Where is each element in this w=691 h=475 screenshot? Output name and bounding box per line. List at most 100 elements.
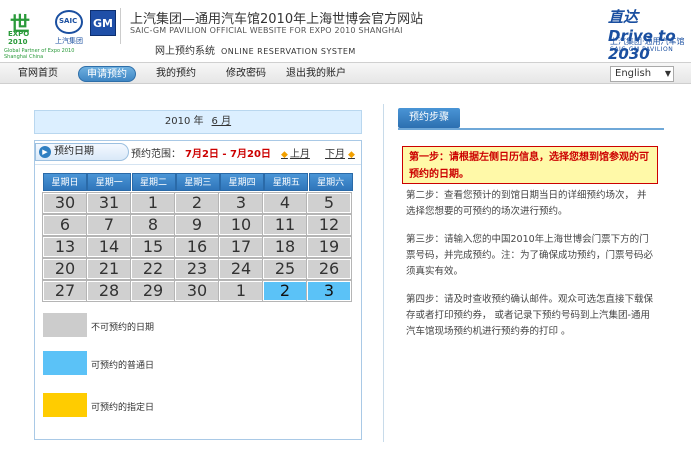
weekday-header: 星期一 [87, 173, 132, 191]
calendar-grid: 星期日 星期一 星期二 星期三 星期四 星期五 星期六 30 31 1 2 3 4 5 6 7 8… [42, 173, 353, 303]
step-1-highlight: 第一步：请根据左侧日历信息，选择您想到馆参观的可预约的日期。 [402, 146, 658, 184]
legend-label-unavailable: 不可预约的日期 [91, 323, 155, 333]
system-subtitle: 网上预约系统 ONLINE RESERVATION SYSTEM [155, 42, 356, 57]
nav-logout[interactable]: 退出我的账户 [286, 66, 346, 82]
calendar-day-unavailable: 25 [262, 258, 308, 280]
calendar-week-row: 13 14 15 16 17 18 19 [42, 236, 353, 259]
chevron-down-icon: ▼ [664, 69, 671, 78]
calendar-week-row: 30 31 1 2 3 4 5 [42, 192, 353, 215]
site-title-cn: 上汽集团—通用汽车馆2010年上海世博会官方网站 [130, 12, 424, 27]
nav-change-password[interactable]: 修改密码 [226, 66, 266, 82]
calendar-day-unavailable: 11 [262, 214, 308, 236]
nav-home[interactable]: 官网首页 [18, 66, 58, 82]
calendar-day-unavailable: 1 [218, 280, 264, 302]
calendar-week-row: 20 21 22 23 24 25 26 [42, 258, 353, 281]
calendar-day-unavailable: 8 [130, 214, 176, 236]
calendar-day-unavailable: 2 [174, 192, 220, 214]
weekday-header: 星期四 [220, 173, 265, 191]
calendar-day-unavailable: 17 [218, 236, 264, 258]
weekday-header: 星期日 [43, 173, 87, 191]
calendar-day-unavailable: 5 [306, 192, 352, 214]
calendar-day-unavailable: 15 [130, 236, 176, 258]
calendar-day-unavailable: 18 [262, 236, 308, 258]
header-divider [120, 8, 121, 44]
legend-swatch-designated [43, 393, 87, 417]
calendar-day-unavailable: 6 [42, 214, 88, 236]
calendar-day-unavailable: 16 [174, 236, 220, 258]
calendar-week-row: 27 28 29 30 1 2 3 [42, 280, 353, 303]
panel-divider [383, 104, 384, 442]
prev-month-link[interactable]: ◆ 上月 [281, 145, 310, 160]
saic-logo: SAIC [55, 10, 83, 34]
weekday-header: 星期五 [264, 173, 309, 191]
calendar-day-unavailable: 29 [130, 280, 176, 302]
legend-swatch-unavailable [43, 313, 87, 337]
calendar-day-unavailable: 19 [306, 236, 352, 258]
prev-month-label: 上月 [289, 149, 310, 160]
calendar-weeks: 30 31 1 2 3 4 5 6 7 8 9 10 11 12 13 14 15 16 17 18 19 20 21 22 2… [42, 192, 353, 303]
calendar-day-unavailable: 24 [218, 258, 264, 280]
calendar-day-available[interactable]: 3 [306, 280, 352, 302]
weekday-header-row: 星期日 星期一 星期二 星期三 星期四 星期五 星期六 [43, 173, 353, 193]
nav-apply-reservation[interactable]: 申请预约 [78, 66, 136, 82]
language-select[interactable]: English ▼ [610, 66, 674, 82]
expo-2010-logo: 世 EXPO 2010 [6, 6, 48, 50]
calendar-day-unavailable: 9 [174, 214, 220, 236]
calendar-day-unavailable: 13 [42, 236, 88, 258]
drive-to-2030-logo: 直达 Drive to 2030 上汽集团·通用汽车馆 SAIC-GM PAVI… [608, 6, 686, 63]
calendar-day-unavailable: 14 [86, 236, 132, 258]
arrow-right-circle-icon: ▶ [39, 146, 51, 158]
calendar-day-unavailable: 1 [130, 192, 176, 214]
step-4-text: 第四步：请及时查收预约确认邮件。观众可选怎直接下载保存或者打印预约券， 或者记录… [406, 294, 654, 337]
saic-logo-cn: 上汽集团 [55, 37, 83, 45]
calendar-month[interactable]: 6 月 [212, 116, 232, 127]
main-navigation: 官网首页 申请预约 我的预约 修改密码 退出我的账户 English ▼ [0, 62, 691, 84]
calendar-day-unavailable: 12 [306, 214, 352, 236]
language-select-value: English [615, 68, 652, 79]
system-subtitle-cn: 网上预约系统 [155, 46, 215, 57]
calendar-day-available[interactable]: 2 [262, 280, 308, 302]
calendar-day-unavailable: 27 [42, 280, 88, 302]
legend-label-regular: 可预约的普通日 [91, 361, 155, 371]
calendar-day-unavailable: 7 [86, 214, 132, 236]
calendar-tab-label: 预约日期 [54, 146, 94, 157]
step-3-text: 第三步：请输入您的中国2010年上海世博会门票下方的门票号码，并完成预约。注：为… [406, 234, 654, 277]
diamond-icon: ◆ [348, 150, 355, 160]
next-month-link[interactable]: 下月 ◆ [325, 145, 355, 160]
reservation-range: 预约范围： 7月2日 - 7月20日 [131, 145, 271, 160]
weekday-header: 星期三 [175, 173, 220, 191]
calendar-day-unavailable: 20 [42, 258, 88, 280]
site-title-en: SAIC-GM PAVILION OFFICIAL WEBSITE FOR EX… [130, 26, 403, 35]
weekday-header: 星期二 [131, 173, 176, 191]
reservation-range-label: 预约范围： [131, 149, 181, 160]
calendar-year: 2010 年 [164, 116, 204, 127]
steps-underline [398, 128, 664, 130]
weekday-header: 星期六 [308, 173, 353, 191]
calendar-week-row: 6 7 8 9 10 11 12 [42, 214, 353, 237]
calendar-day-unavailable: 22 [130, 258, 176, 280]
calendar-day-unavailable: 26 [306, 258, 352, 280]
gm-logo: GM [90, 10, 116, 36]
legend-label-designated: 可预约的指定日 [91, 403, 155, 413]
calendar-tab: ▶ 预约日期 [35, 143, 129, 161]
nav-my-reservations[interactable]: 我的预约 [156, 66, 196, 82]
brand-slogan: 直达 Drive to 2030 [608, 8, 676, 63]
calendar-panel: ▶ 预约日期 预约范围： 7月2日 - 7月20日 ◆ 上月 下月 ◆ 星期日 星期一… [34, 140, 362, 440]
calendar-day-unavailable: 30 [174, 280, 220, 302]
calendar-day-unavailable: 4 [262, 192, 308, 214]
calendar-day-unavailable: 31 [86, 192, 132, 214]
legend-swatch-regular [43, 351, 87, 375]
reservation-range-value: 7月2日 - 7月20日 [185, 149, 271, 160]
calendar-header: ▶ 预约日期 预约范围： 7月2日 - 7月20日 ◆ 上月 下月 ◆ [35, 141, 361, 165]
current-month-bar: 2010 年 6 月 [34, 110, 362, 134]
reservation-steps-tab: 预约步骤 [398, 108, 460, 128]
calendar-day-unavailable: 30 [42, 192, 88, 214]
calendar-day-unavailable: 10 [218, 214, 264, 236]
expo-logo-text: EXPO 2010 [8, 30, 30, 46]
next-month-label: 下月 [325, 149, 345, 160]
step-2-text: 第二步：查看您预计的到馆日期当日的详细预约场次， 并选择您想要的可预约的场次进行… [406, 190, 647, 217]
calendar-day-unavailable: 23 [174, 258, 220, 280]
calendar-day-unavailable: 21 [86, 258, 132, 280]
calendar-day-unavailable: 28 [86, 280, 132, 302]
expo-partner-text: Global Partner of Expo 2010 Shanghai Chi… [4, 48, 75, 60]
